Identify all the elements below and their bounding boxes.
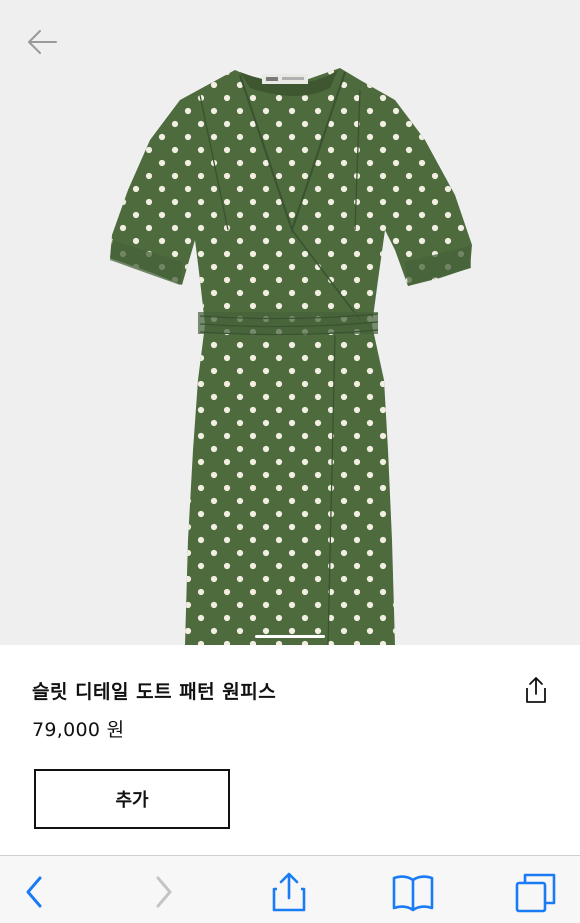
product-image-area	[0, 0, 580, 645]
share-icon[interactable]	[522, 675, 550, 705]
product-photo[interactable]	[0, 0, 580, 645]
browser-toolbar	[0, 855, 580, 923]
book-icon[interactable]	[391, 870, 435, 914]
add-to-cart-button[interactable]: 추가	[34, 769, 230, 829]
toolbar-share-icon[interactable]	[267, 870, 311, 914]
back-arrow-icon[interactable]	[24, 26, 60, 58]
chevron-right-icon[interactable]	[142, 870, 186, 914]
image-page-indicator	[255, 635, 325, 638]
product-detail-screen: 슬릿 디테일 도트 패턴 원피스 79,000 원 추가	[0, 0, 580, 923]
product-name: 슬릿 디테일 도트 패턴 원피스	[32, 681, 277, 703]
chevron-left-icon[interactable]	[14, 870, 58, 914]
tabs-icon[interactable]	[514, 870, 558, 914]
product-price: 79,000 원	[32, 719, 125, 741]
product-info-panel: 슬릿 디테일 도트 패턴 원피스 79,000 원 추가	[0, 645, 580, 855]
